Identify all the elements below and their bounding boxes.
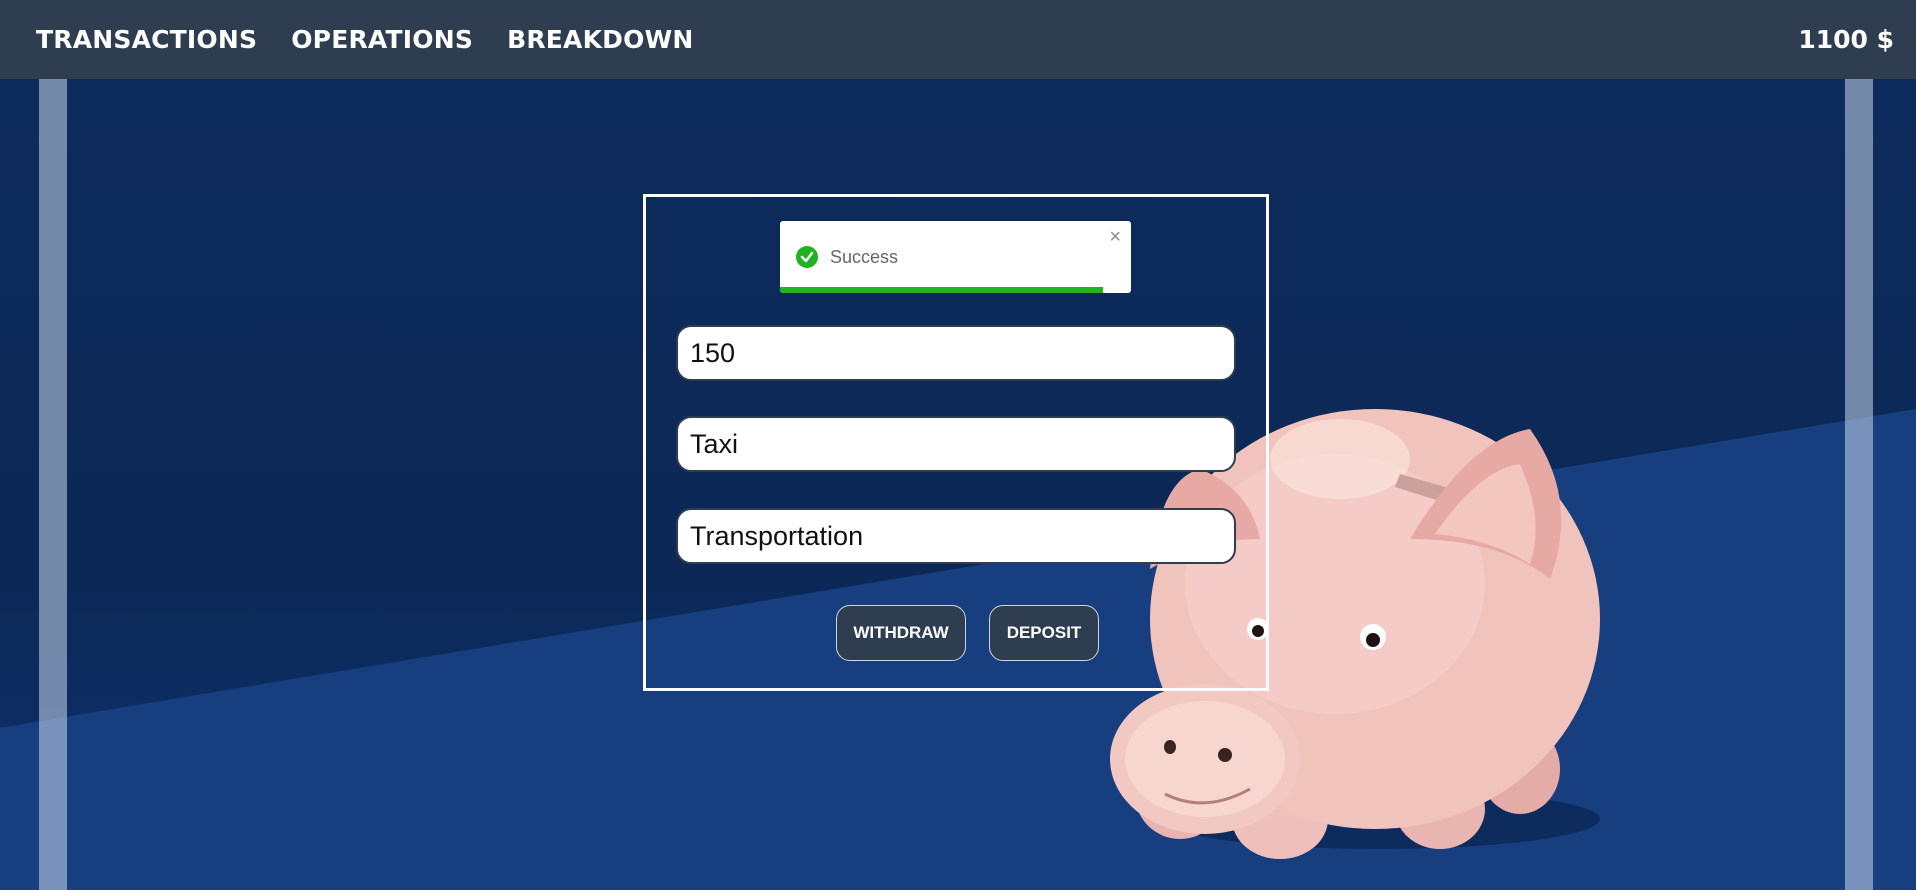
background-pillar-left	[39, 79, 67, 890]
nav-links: TRANSACTIONS OPERATIONS BREAKDOWN	[36, 0, 728, 79]
deposit-button[interactable]: DEPOSIT	[989, 605, 1099, 661]
amount-input[interactable]	[676, 325, 1236, 381]
success-toast: Success ×	[780, 221, 1131, 293]
close-icon[interactable]: ×	[1109, 227, 1121, 247]
nav-link-transactions[interactable]: TRANSACTIONS	[36, 25, 257, 54]
nav-link-operations[interactable]: OPERATIONS	[291, 25, 473, 54]
description-input[interactable]	[676, 416, 1236, 472]
toast-progress-bar	[780, 287, 1103, 293]
toast-message: Success	[830, 247, 899, 267]
balance-display: 1100 $	[1798, 25, 1894, 54]
nav-link-breakdown[interactable]: BREAKDOWN	[507, 25, 693, 54]
category-input[interactable]	[676, 508, 1236, 564]
background-pillar-right	[1845, 79, 1873, 890]
withdraw-button[interactable]: WITHDRAW	[836, 605, 966, 661]
top-navbar: TRANSACTIONS OPERATIONS BREAKDOWN 1100 $	[0, 0, 1916, 79]
check-circle-icon	[796, 246, 818, 268]
